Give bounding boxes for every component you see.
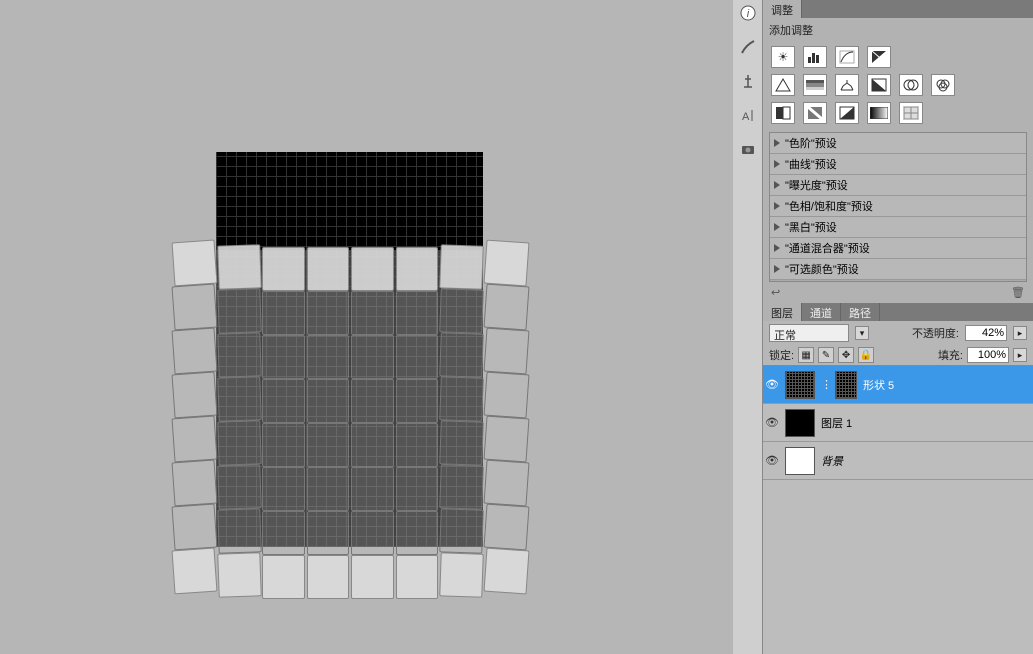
preset-item[interactable]: "色相/饱和度"预设	[770, 196, 1026, 217]
layer-name: 形状 5	[863, 377, 894, 393]
layers-panel: 正常 ▾ 不透明度: ▸ 锁定: ▦ ✎ ✥ 🔒 填充: ▸	[763, 321, 1033, 654]
layer-list: 👁 ⋮ 形状 5 👁 图层 1 👁 背景	[763, 366, 1033, 654]
exposure-icon[interactable]	[867, 46, 891, 68]
layer-name: 图层 1	[821, 415, 852, 431]
invert-icon[interactable]	[771, 102, 795, 124]
vertical-toolbar: i A	[733, 0, 763, 654]
preset-item[interactable]: "可选颜色"预设	[770, 259, 1026, 280]
selective-color-icon[interactable]	[899, 102, 923, 124]
visibility-eye-icon[interactable]: 👁	[765, 416, 779, 430]
fill-input[interactable]	[967, 347, 1009, 363]
hue-saturation-icon[interactable]	[803, 74, 827, 96]
color-balance-icon[interactable]	[835, 74, 859, 96]
clone-icon[interactable]	[739, 72, 757, 90]
layer-row[interactable]: 👁 背景	[763, 442, 1033, 480]
tab-channels[interactable]: 通道	[802, 303, 841, 321]
panels-column: 调整 添加调整 ☀	[763, 0, 1033, 654]
preset-label: "曲线"预设	[785, 156, 837, 172]
chevron-right-icon	[774, 160, 780, 168]
svg-text:A: A	[742, 111, 750, 123]
threshold-icon[interactable]	[835, 102, 859, 124]
gradient-map-icon[interactable]	[867, 102, 891, 124]
chevron-right-icon	[774, 265, 780, 273]
tab-layers[interactable]: 图层	[763, 303, 802, 321]
chevron-right-icon	[774, 181, 780, 189]
preset-item[interactable]: "黑白"预设	[770, 217, 1026, 238]
vector-mask-link-icon[interactable]: ⋮	[821, 378, 829, 391]
chevron-right-icon	[774, 244, 780, 252]
shape-5-layer	[216, 250, 483, 547]
preset-label: "可选颜色"预设	[785, 261, 859, 277]
preset-label: "色相/饱和度"预设	[785, 198, 873, 214]
chevron-right-icon	[774, 202, 780, 210]
blend-mode-select[interactable]: 正常	[769, 324, 849, 342]
lock-label: 锁定:	[769, 347, 794, 363]
brush-icon[interactable]	[739, 38, 757, 56]
vibrance-icon[interactable]	[771, 74, 795, 96]
preset-list: "色阶"预设 "曲线"预设 "曝光度"预设 "色相/饱和度"预设 "黑白"预设 …	[769, 132, 1027, 282]
vector-mask-thumbnail[interactable]	[835, 371, 857, 399]
visibility-eye-icon[interactable]: 👁	[765, 378, 779, 392]
return-icon[interactable]: ↩	[771, 286, 780, 299]
adjustments-tabbar: 调整	[763, 0, 1033, 18]
chevron-right-icon	[774, 223, 780, 231]
posterize-icon[interactable]	[803, 102, 827, 124]
channel-mixer-icon[interactable]	[931, 74, 955, 96]
chevron-right-icon	[774, 139, 780, 147]
add-adjustment-label: 添加调整	[763, 18, 1033, 42]
layer-thumbnail[interactable]	[785, 409, 815, 437]
trash-icon[interactable]: 🗑	[1011, 286, 1025, 299]
curves-icon[interactable]	[835, 46, 859, 68]
levels-icon[interactable]	[803, 46, 827, 68]
layer-row[interactable]: 👁 图层 1	[763, 404, 1033, 442]
preset-item[interactable]: "色阶"预设	[770, 133, 1026, 154]
brightness-contrast-icon[interactable]: ☀	[771, 46, 795, 68]
lock-all-icon[interactable]: 🔒	[858, 347, 874, 363]
preset-label: "通道混合器"预设	[785, 240, 870, 256]
black-white-icon[interactable]	[867, 74, 891, 96]
preset-label: "色阶"预设	[785, 135, 837, 151]
fill-label: 填充:	[938, 347, 963, 363]
preset-label: "曝光度"预设	[785, 177, 848, 193]
preset-item[interactable]: "曝光度"预设	[770, 175, 1026, 196]
tab-paths[interactable]: 路径	[841, 303, 880, 321]
adjustment-icon-grid: ☀	[763, 42, 1033, 128]
preset-scroll[interactable]: "色阶"预设 "曲线"预设 "曝光度"预设 "色相/饱和度"预设 "黑白"预设 …	[770, 133, 1026, 282]
type-icon[interactable]: A	[739, 106, 757, 124]
canvas-area[interactable]	[0, 0, 733, 654]
tab-adjustments[interactable]: 调整	[763, 0, 802, 18]
camera-icon[interactable]	[739, 140, 757, 158]
right-side: i A 调整 添加调整 ☀	[733, 0, 1033, 654]
layers-tabbar: 图层 通道 路径	[763, 303, 1033, 321]
lock-image-icon[interactable]: ✎	[818, 347, 834, 363]
layer-name: 背景	[821, 453, 843, 469]
opacity-input[interactable]	[965, 325, 1007, 341]
info-icon[interactable]: i	[739, 4, 757, 22]
opacity-stepper-icon[interactable]: ▸	[1013, 326, 1027, 340]
preset-item[interactable]: "通道混合器"预设	[770, 238, 1026, 259]
photo-filter-icon[interactable]	[899, 74, 923, 96]
lock-transparent-icon[interactable]: ▦	[798, 347, 814, 363]
layer-row[interactable]: 👁 ⋮ 形状 5	[763, 366, 1033, 404]
panel-footer-icons: ↩ 🗑	[763, 282, 1033, 303]
app-root: i A 调整 添加调整 ☀	[0, 0, 1033, 654]
preset-item[interactable]: "曲线"预设	[770, 154, 1026, 175]
layer-thumbnail[interactable]	[785, 371, 815, 399]
blend-mode-dropdown-icon[interactable]: ▾	[855, 326, 869, 340]
opacity-label: 不透明度:	[912, 325, 959, 341]
visibility-eye-icon[interactable]: 👁	[765, 454, 779, 468]
preset-label: "黑白"预设	[785, 219, 837, 235]
fill-stepper-icon[interactable]: ▸	[1013, 348, 1027, 362]
lock-position-icon[interactable]: ✥	[838, 347, 854, 363]
layer-thumbnail[interactable]	[785, 447, 815, 475]
